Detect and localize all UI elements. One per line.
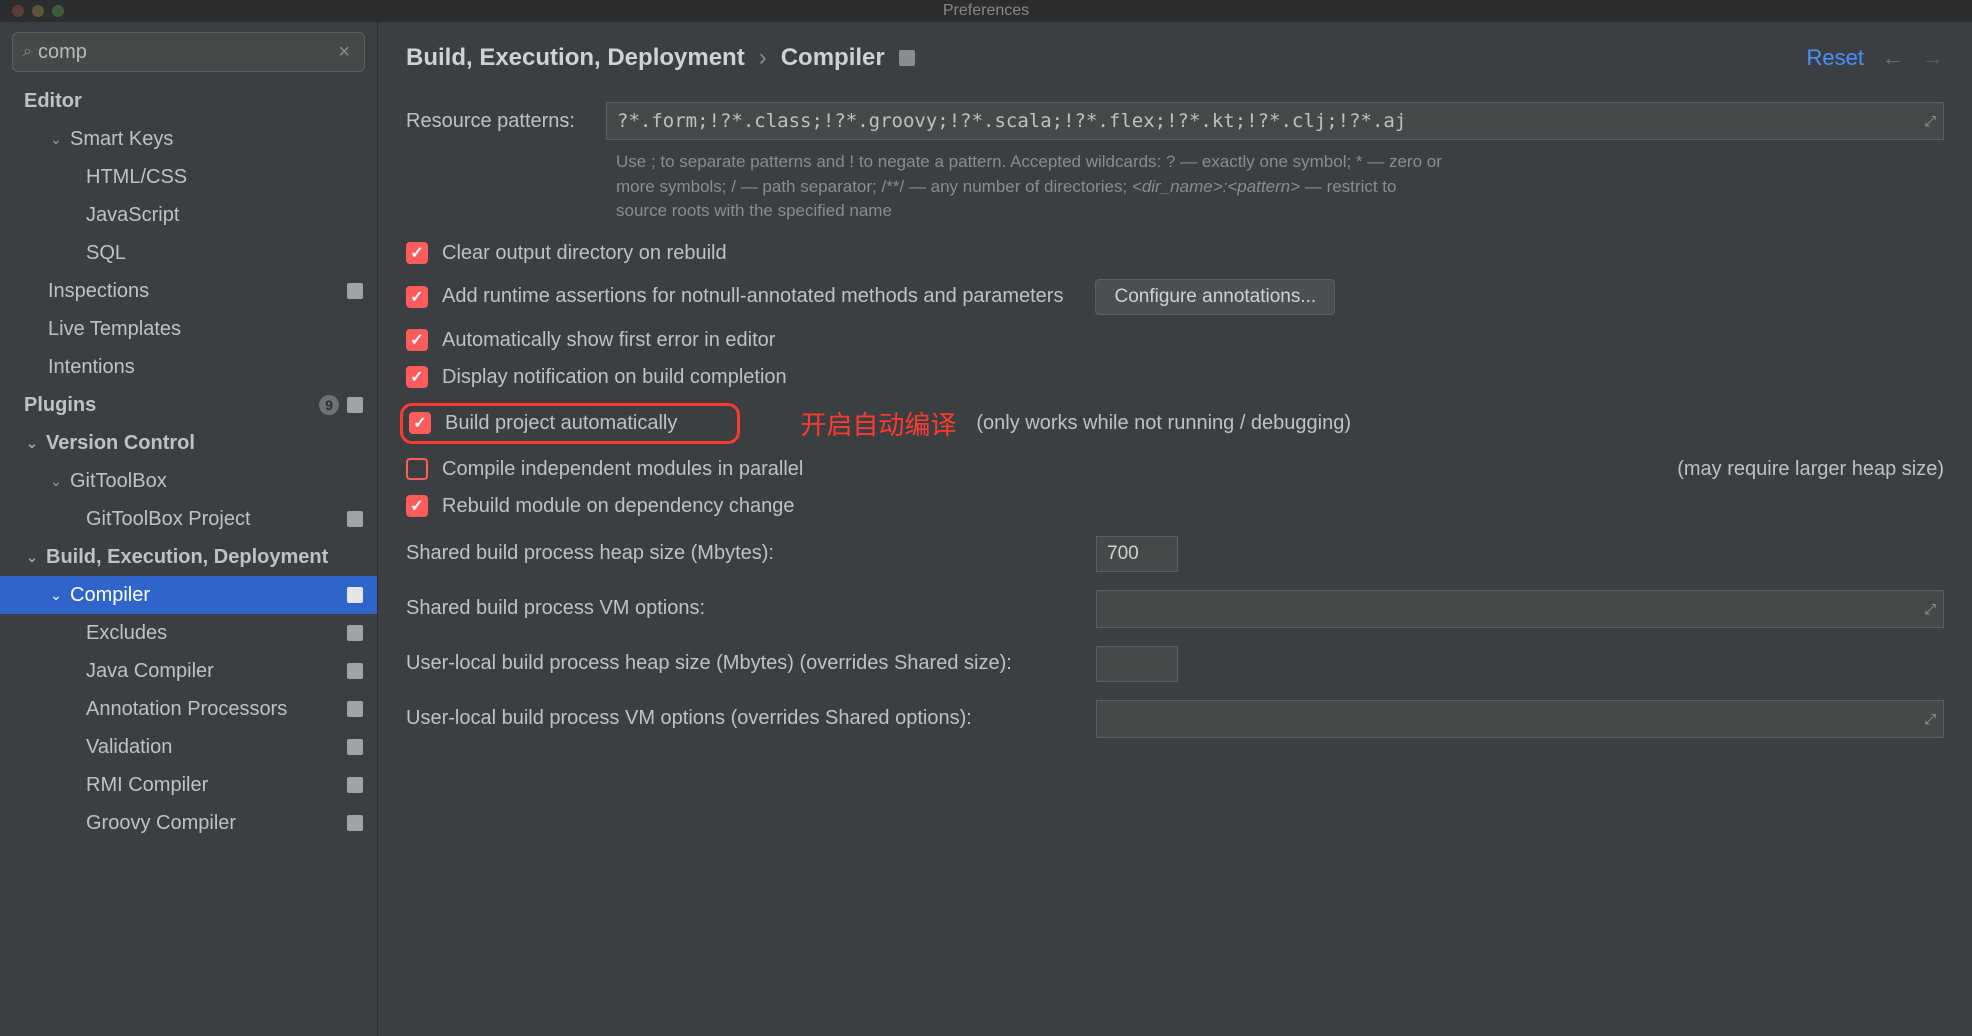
main-panel: Build, Execution, Deployment › Compiler …: [378, 22, 1972, 1036]
reset-button[interactable]: Reset: [1807, 45, 1864, 71]
sidebar-item-live-templates[interactable]: Live Templates: [0, 310, 377, 348]
label-user-heap: User-local build process heap size (Mbyt…: [406, 652, 1076, 675]
input-user-vm[interactable]: [1096, 700, 1944, 738]
search-icon: ⌕: [23, 43, 32, 61]
resource-patterns-input[interactable]: [606, 102, 1944, 140]
sidebar-item-javascript[interactable]: JavaScript: [0, 196, 377, 234]
sidebar-item-sql[interactable]: SQL: [0, 234, 377, 272]
checkbox-auto-show-error[interactable]: [406, 329, 428, 351]
annotation-text: 开启自动编译: [800, 405, 956, 442]
nav-forward-icon: →: [1922, 45, 1944, 71]
window-minimize-icon[interactable]: [32, 5, 44, 17]
label-rebuild-dep: Rebuild module on dependency change: [442, 495, 795, 518]
window-close-icon[interactable]: [12, 5, 24, 17]
project-scope-icon: [899, 50, 915, 66]
resource-patterns-label: Resource patterns:: [406, 102, 606, 133]
breadcrumb-current: Compiler: [781, 44, 885, 72]
sidebar-item-java-compiler[interactable]: Java Compiler: [0, 652, 377, 690]
sidebar-item-compiler[interactable]: ⌄Compiler: [0, 576, 377, 614]
sidebar: ⌕ × Editor ⌄Smart Keys HTML/CSS JavaScri…: [0, 22, 378, 1036]
window-zoom-icon[interactable]: [52, 5, 64, 17]
window-title: Preferences: [943, 2, 1029, 20]
input-user-heap[interactable]: [1096, 646, 1178, 682]
configure-annotations-button[interactable]: Configure annotations...: [1095, 279, 1335, 315]
sidebar-item-html-css[interactable]: HTML/CSS: [0, 158, 377, 196]
expand-field-icon[interactable]: ⤢: [1925, 113, 1936, 130]
note-build-auto: (only works while not running / debuggin…: [976, 412, 1351, 435]
sidebar-item-annotation-processors[interactable]: Annotation Processors: [0, 690, 377, 728]
search-input[interactable]: [32, 41, 334, 64]
project-scope-icon: [347, 777, 363, 793]
checkbox-rebuild-dep[interactable]: [406, 495, 428, 517]
settings-tree: Editor ⌄Smart Keys HTML/CSS JavaScript S…: [0, 82, 377, 1036]
project-scope-icon: [347, 587, 363, 603]
plugins-badge: 9: [319, 395, 339, 415]
expand-field-icon[interactable]: ⤢: [1925, 600, 1936, 617]
project-scope-icon: [347, 701, 363, 717]
sidebar-item-validation[interactable]: Validation: [0, 728, 377, 766]
project-scope-icon: [347, 397, 363, 413]
breadcrumb: Build, Execution, Deployment › Compiler: [406, 44, 915, 72]
chevron-down-icon: ⌄: [48, 587, 64, 604]
project-scope-icon: [347, 663, 363, 679]
label-user-vm: User-local build process VM options (ove…: [406, 707, 1076, 730]
chevron-down-icon: ⌄: [24, 549, 40, 566]
label-auto-show-error: Automatically show first error in editor: [442, 329, 775, 352]
project-scope-icon: [347, 283, 363, 299]
label-shared-heap: Shared build process heap size (Mbytes):: [406, 542, 1076, 565]
chevron-down-icon: ⌄: [48, 131, 64, 148]
checkbox-build-notification[interactable]: [406, 366, 428, 388]
sidebar-item-plugins[interactable]: Plugins9: [0, 386, 377, 424]
chevron-down-icon: ⌄: [48, 473, 64, 490]
breadcrumb-parent: Build, Execution, Deployment: [406, 44, 745, 72]
sidebar-item-groovy-compiler[interactable]: Groovy Compiler: [0, 804, 377, 842]
input-shared-heap[interactable]: [1096, 536, 1178, 572]
checkbox-runtime-assertions[interactable]: [406, 286, 428, 308]
project-scope-icon: [347, 739, 363, 755]
label-build-auto: Build project automatically: [445, 412, 677, 435]
sidebar-item-version-control[interactable]: ⌄Version Control: [0, 424, 377, 462]
note-compile-parallel: (may require larger heap size): [1657, 458, 1944, 481]
annotation-highlight-box: Build project automatically: [400, 403, 740, 444]
search-box[interactable]: ⌕ ×: [12, 32, 365, 72]
clear-search-icon[interactable]: ×: [334, 41, 354, 64]
sidebar-item-rmi-compiler[interactable]: RMI Compiler: [0, 766, 377, 804]
checkbox-compile-parallel[interactable]: [406, 458, 428, 480]
project-scope-icon: [347, 511, 363, 527]
label-runtime-assertions: Add runtime assertions for notnull-annot…: [442, 285, 1063, 308]
sidebar-item-gittoolbox[interactable]: ⌄GitToolBox: [0, 462, 377, 500]
label-compile-parallel: Compile independent modules in parallel: [442, 458, 803, 481]
label-clear-output: Clear output directory on rebuild: [442, 242, 727, 265]
label-build-notification: Display notification on build completion: [442, 366, 787, 389]
expand-field-icon[interactable]: ⤢: [1925, 710, 1936, 727]
sidebar-item-intentions[interactable]: Intentions: [0, 348, 377, 386]
checkbox-clear-output[interactable]: [406, 242, 428, 264]
checkbox-build-auto[interactable]: [409, 412, 431, 434]
breadcrumb-sep: ›: [759, 44, 767, 72]
sidebar-item-excludes[interactable]: Excludes: [0, 614, 377, 652]
project-scope-icon: [347, 625, 363, 641]
sidebar-item-smart-keys[interactable]: ⌄Smart Keys: [0, 120, 377, 158]
input-shared-vm[interactable]: [1096, 590, 1944, 628]
label-shared-vm: Shared build process VM options:: [406, 597, 1076, 620]
chevron-down-icon: ⌄: [24, 435, 40, 452]
sidebar-item-gittoolbox-project[interactable]: GitToolBox Project: [0, 500, 377, 538]
sidebar-item-bed[interactable]: ⌄Build, Execution, Deployment: [0, 538, 377, 576]
project-scope-icon: [347, 815, 363, 831]
titlebar: Preferences: [0, 0, 1972, 22]
nav-back-icon[interactable]: ←: [1882, 45, 1904, 71]
sidebar-item-editor[interactable]: Editor: [0, 82, 377, 120]
resource-patterns-hint: Use ; to separate patterns and ! to nega…: [616, 150, 1944, 224]
sidebar-item-inspections[interactable]: Inspections: [0, 272, 377, 310]
